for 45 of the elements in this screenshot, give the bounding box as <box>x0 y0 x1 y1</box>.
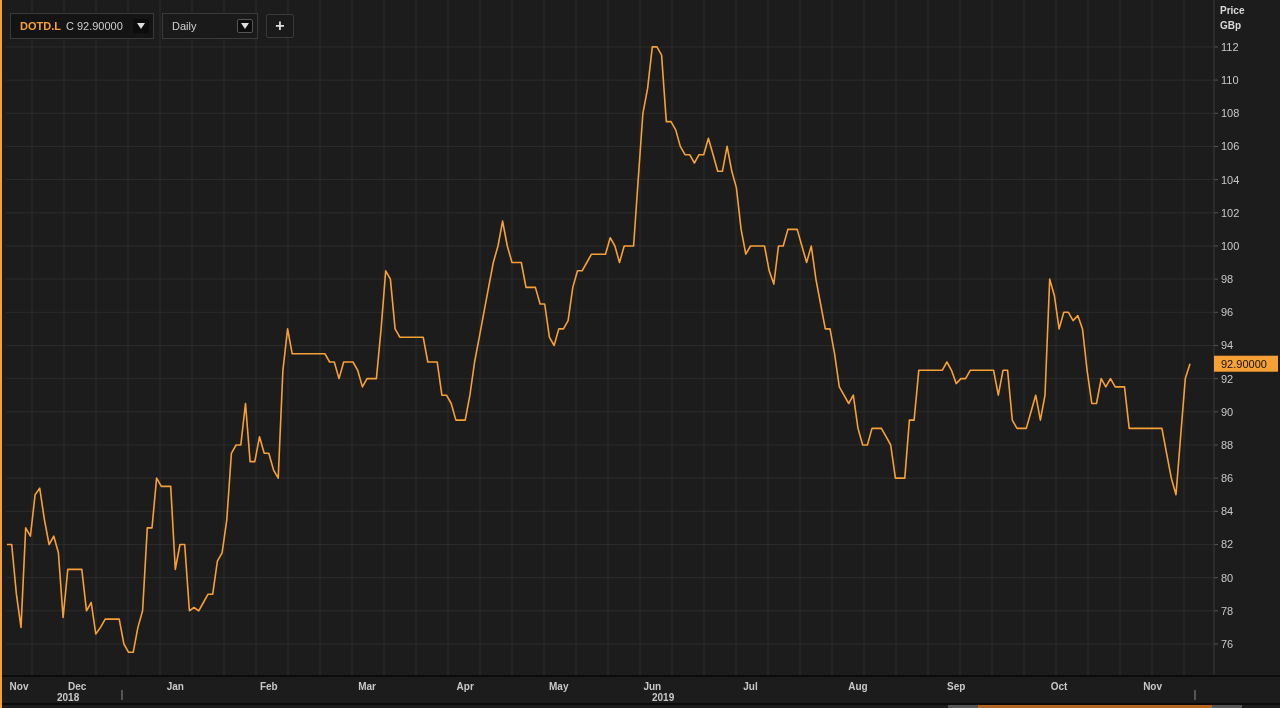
y-axis-label: 112 <box>1221 40 1239 53</box>
y-axis-label: 86 <box>1221 472 1234 485</box>
y-axis-label: 80 <box>1221 571 1234 584</box>
x-axis-label: Apr <box>456 681 474 692</box>
y-axis-label: 104 <box>1221 173 1240 186</box>
instrument-price: C 92.90000 <box>65 18 123 34</box>
y-axis-label: 96 <box>1221 306 1234 319</box>
x-axis-label: Sep <box>947 681 966 692</box>
add-button[interactable]: + <box>266 14 294 38</box>
x-axis-label: Jul <box>743 681 758 692</box>
dropdown-icon[interactable] <box>237 19 253 33</box>
instrument-symbol: DOTD.L <box>20 18 61 34</box>
x-axis-label: Feb <box>259 681 278 692</box>
last-price-tag: 92.90000 <box>1214 355 1278 372</box>
dropdown-icon[interactable] <box>133 19 149 33</box>
y-axis-label: 82 <box>1221 538 1234 551</box>
x-axis-label: Dec <box>67 681 87 692</box>
y-axis-label: 88 <box>1221 438 1234 451</box>
y-axis-label: 94 <box>1221 339 1234 352</box>
y-axis-label: 90 <box>1221 405 1234 418</box>
x-axis-label: Jan <box>166 681 184 692</box>
x-axis-label: Mar <box>358 681 376 692</box>
year-label: 2019 <box>652 692 675 703</box>
axis-unit: GBp <box>1220 20 1242 31</box>
y-axis-label: 100 <box>1221 239 1240 252</box>
x-axis-label: Nov <box>9 681 29 692</box>
y-axis-label: 78 <box>1221 604 1234 617</box>
y-axis-label: 106 <box>1221 140 1240 153</box>
y-axis-label: 98 <box>1221 273 1234 286</box>
x-axis-label: Jun <box>643 681 662 692</box>
interval-value: Daily <box>172 18 197 34</box>
instrument-selector[interactable]: DOTD.L C 92.90000 <box>10 13 154 39</box>
x-axis-label: Oct <box>1050 681 1068 692</box>
axis-title: Price <box>1220 5 1245 16</box>
interval-dropdown[interactable]: Daily <box>162 13 258 39</box>
x-axis-label: Aug <box>848 681 868 692</box>
y-axis-label: 110 <box>1221 74 1239 87</box>
y-axis-label: 76 <box>1221 638 1234 650</box>
x-axis-label: May <box>549 681 569 692</box>
y-axis-label: 108 <box>1221 107 1240 120</box>
y-axis-label: 92 <box>1221 372 1234 385</box>
year-label: 2018 <box>57 692 80 703</box>
x-axis-label: Nov <box>1143 681 1163 692</box>
y-axis-label: 84 <box>1221 505 1234 518</box>
y-axis-label: 102 <box>1221 206 1240 219</box>
